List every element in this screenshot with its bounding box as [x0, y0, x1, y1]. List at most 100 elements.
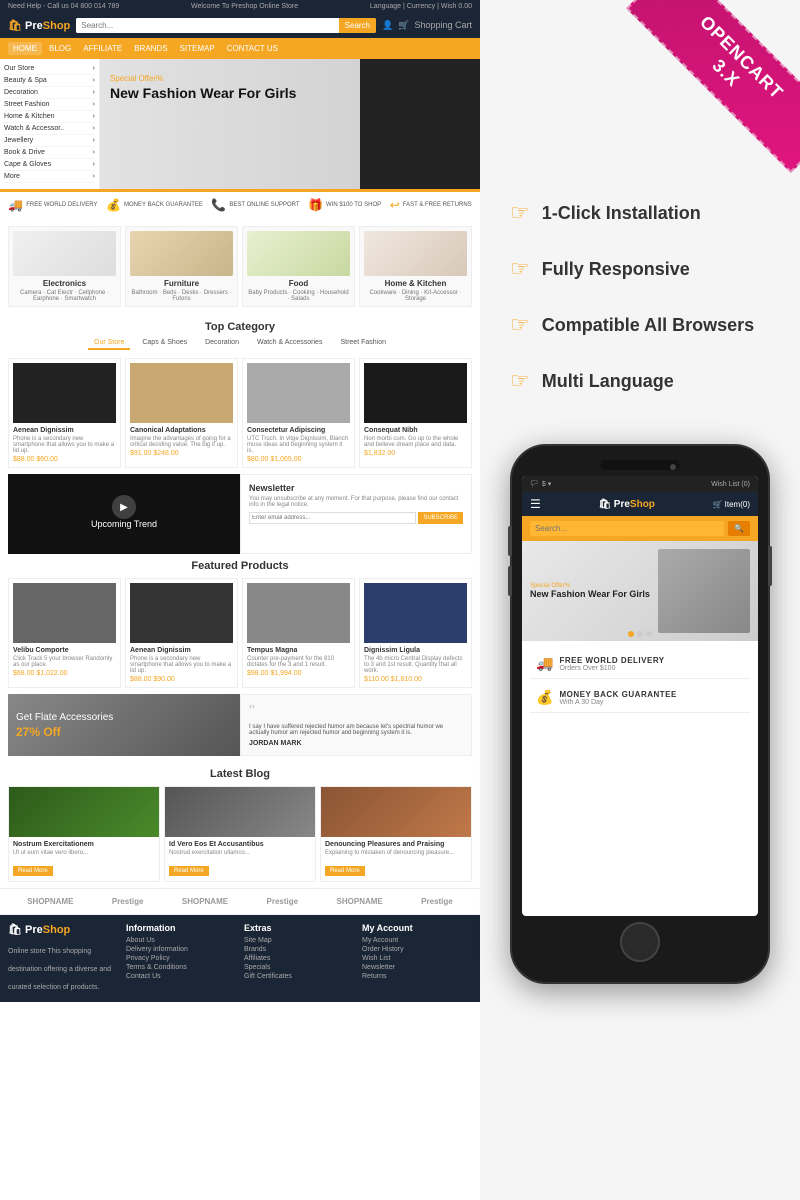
featured-desc-2: Phone is a secondary new smartphone that… [130, 656, 233, 674]
footer-link-terms[interactable]: Terms & Conditions [126, 964, 236, 971]
featured-products-grid: Velibu Comporte Click Track 5 your brows… [8, 578, 472, 688]
featured-image-3 [247, 583, 350, 643]
nav-affiliate[interactable]: AFFILIATE [78, 42, 127, 55]
featured-product-2[interactable]: Aenean Dignissim Phone is a secondary ne… [125, 578, 238, 688]
phone-search-input[interactable] [530, 521, 724, 536]
cart-icon[interactable]: 🛒 [398, 20, 409, 31]
tab-decoration[interactable]: Decoration [199, 337, 245, 350]
product-card-2[interactable]: Canonical Adaptations Imagine the advant… [125, 358, 238, 468]
nav-brands[interactable]: BRANDS [129, 42, 172, 55]
sidebar-cat-watch[interactable]: Watch & Accessor.. › [4, 123, 95, 135]
trending-newsletter-section: ▶ Upcoming Trend Newsletter You may unsu… [8, 474, 472, 554]
blog-card-2[interactable]: Id Vero Eos Et Accusantibus Nostrud exer… [164, 786, 316, 882]
site-search-bar[interactable]: Search [76, 18, 376, 33]
cat-food[interactable]: Food Baby Products · Cooking · Household… [242, 226, 355, 307]
phone-currency: $ ▾ [542, 480, 551, 488]
footer-extras-brands[interactable]: Brands [244, 946, 354, 953]
phone-home-button[interactable] [620, 922, 660, 962]
phone-dot-2[interactable] [637, 631, 643, 637]
sidebar-cat-home[interactable]: Home & Kitchen › [4, 111, 95, 123]
logo-icon: 🛍 [8, 20, 22, 32]
categories-section: Electronics Camera · Cat Electr · Cellph… [0, 218, 480, 315]
featured-products-section: Featured Products Velibu Comporte Click … [0, 554, 480, 694]
blog-card-1[interactable]: Nostrum Exercitationem Ut ut eum vitae v… [8, 786, 160, 882]
cat-electronics[interactable]: Electronics Camera · Cat Electr · Cellph… [8, 226, 121, 307]
price-new-2: $248.00 [153, 450, 178, 457]
featured-product-4[interactable]: Dignissim Ligula The 4b micro Central Di… [359, 578, 472, 688]
cat-home[interactable]: Home & Kitchen Cookware · Dining · Kit-A… [359, 226, 472, 307]
footer-newsletter-link[interactable]: Newsletter [362, 964, 472, 971]
newsletter-section: Newsletter You may unsubscribe at any mo… [240, 474, 472, 554]
sidebar-cat-ourstore[interactable]: Our Store › [4, 63, 95, 75]
cat-furniture[interactable]: Furniture Bathroom · Beds · Desks · Dres… [125, 226, 238, 307]
blog-read-more-3[interactable]: Read More [325, 866, 365, 876]
newsletter-subscribe-button[interactable]: SUBSCRIBE [418, 512, 463, 524]
blog-card-3[interactable]: Denouncing Pleasures and Praising Explai… [320, 786, 472, 882]
sidebar-cat-jewellery[interactable]: Jewellery › [4, 135, 95, 147]
footer-link-contact[interactable]: Contact Us [126, 973, 236, 980]
sidebar-cat-book[interactable]: Book & Drive › [4, 147, 95, 159]
product-card-1[interactable]: Aenean Dignissim Phone is a secondary ne… [8, 358, 121, 468]
phone-delivery-sub: Orders Over $100 [559, 665, 664, 672]
tab-caps[interactable]: Caps & Shoes [136, 337, 193, 350]
blog-image-3 [321, 787, 471, 837]
cat-furniture-sub: Bathroom · Beds · Desks · Dressers · Fut… [130, 290, 233, 302]
nav-blog[interactable]: BLOG [44, 42, 76, 55]
footer-extras-gift[interactable]: Gift Certificates [244, 973, 354, 980]
product-card-4[interactable]: Consequat Nibh Non morbi cum. Go up to t… [359, 358, 472, 468]
nav-sitemap[interactable]: SITEMAP [175, 42, 220, 55]
features-panel: OPENCART3.X ☞ 1-Click Installation ☞ Ful… [480, 0, 800, 1200]
product-card-3[interactable]: Consectetur Adipiscing UTC Truch. In vit… [242, 358, 355, 468]
sidebar-cat-cape[interactable]: Cape & Gloves › [4, 159, 95, 171]
nav-home[interactable]: HOME [8, 42, 42, 55]
footer-link-about[interactable]: About Us [126, 937, 236, 944]
phone-hamburger-icon[interactable]: ☰ [530, 497, 541, 511]
phone-dot-3[interactable] [646, 631, 652, 637]
featured-product-3[interactable]: Tempus Magna Counter pre-payment for the… [242, 578, 355, 688]
tab-watch[interactable]: Watch & Accessories [251, 337, 329, 350]
footer-wishlist-link[interactable]: Wish List [362, 955, 472, 962]
phone-money-sub: With A 30 Day [559, 699, 676, 706]
account-icon[interactable]: 👤 [382, 20, 393, 31]
blog-read-more-1[interactable]: Read More [13, 866, 53, 876]
footer-extras-sitemap[interactable]: Site Map [244, 937, 354, 944]
featured-name-2: Aenean Dignissim [130, 647, 233, 654]
footer-link-delivery[interactable]: Delivery information [126, 946, 236, 953]
footer-link-privacy[interactable]: Privacy Policy [126, 955, 236, 962]
footer-extras-affiliates[interactable]: Affiliates [244, 955, 354, 962]
newsletter-email-input[interactable] [249, 512, 416, 524]
blog-image-2 [165, 787, 315, 837]
sidebar-cat-more[interactable]: More › [4, 171, 95, 183]
price-new-1: $60.00 [36, 456, 57, 463]
footer-logo: 🛍 PreShop [8, 923, 118, 936]
sidebar-cat-decoration[interactable]: Decoration › [4, 87, 95, 99]
blog-title: Latest Blog [8, 768, 472, 780]
product-image-1 [13, 363, 116, 423]
phone-cart-icon[interactable]: 🛒 Item(0) [712, 500, 750, 509]
product-price-1: $88.00 $60.00 [13, 456, 116, 463]
sidebar-cat-beauty[interactable]: Beauty & Spa › [4, 75, 95, 87]
phone-dot-1[interactable] [628, 631, 634, 637]
feature-browsers-text: Compatible All Browsers [542, 315, 754, 336]
nav-contact[interactable]: CONTACT US [222, 42, 283, 55]
blog-card-title-1: Nostrum Exercitationem [13, 841, 155, 848]
phone-search-button[interactable]: 🔍 [728, 521, 750, 536]
featured-product-1[interactable]: Velibu Comporte Click Track 5 your brows… [8, 578, 121, 688]
blog-read-more-2[interactable]: Read More [169, 866, 209, 876]
product-name-4: Consequat Nibh [364, 427, 467, 434]
tab-ourstore[interactable]: Our Store [88, 337, 130, 350]
search-input[interactable] [76, 18, 338, 33]
tab-street[interactable]: Street Fashion [334, 337, 392, 350]
feature-responsive-icon: ☞ [510, 256, 530, 282]
footer-myaccount-link[interactable]: My Account [362, 937, 472, 944]
sidebar-cat-street[interactable]: Street Fashion › [4, 99, 95, 111]
topbar-left: Need Help - Call us 04 800 014 789 [8, 3, 119, 10]
play-button[interactable]: ▶ [112, 495, 136, 519]
footer-extras-specials[interactable]: Specials [244, 964, 354, 971]
search-button[interactable]: Search [339, 18, 376, 33]
footer-orders-link[interactable]: Order History [362, 946, 472, 953]
footer-returns-link[interactable]: Returns [362, 973, 472, 980]
footer-extras-title: Extras [244, 923, 354, 933]
gift-icon: 🎁 [308, 198, 323, 212]
featured-name-4: Dignissim Ligula [364, 647, 467, 654]
